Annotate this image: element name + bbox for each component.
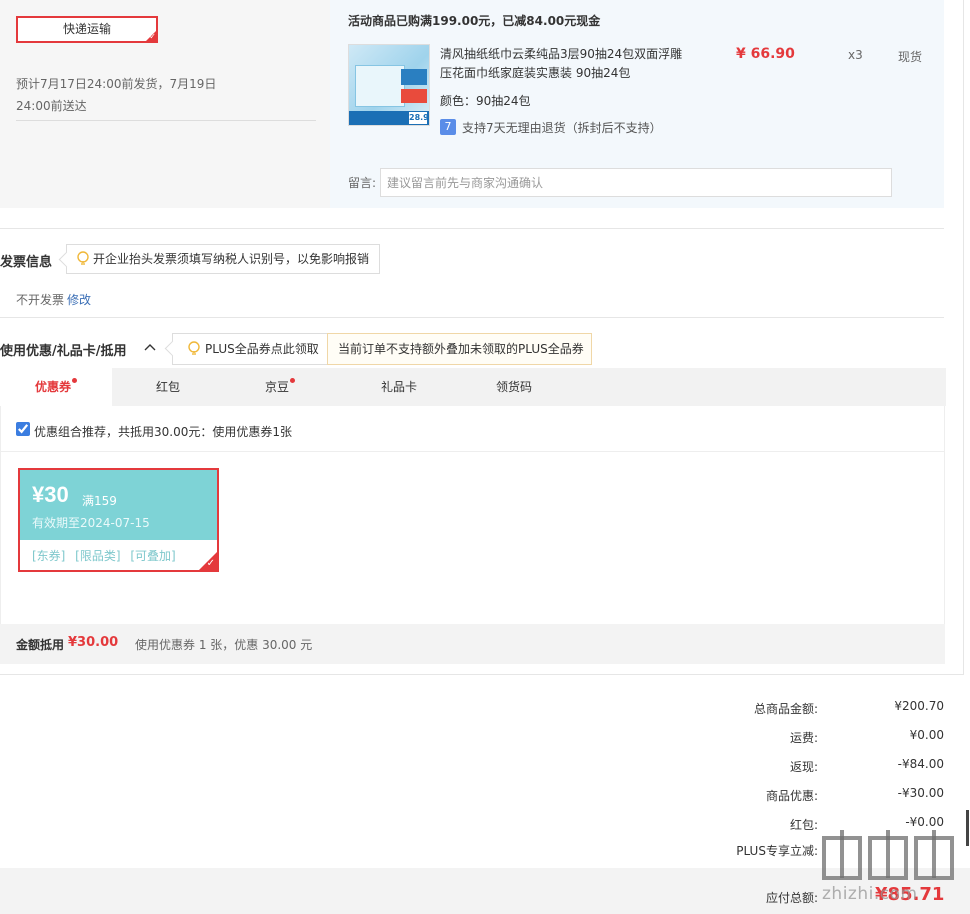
plus-coupon-claim-link[interactable]: PLUS全品券点此领取 [164,333,328,365]
shipping-method-label: 快递运输 [62,22,111,36]
product-quantity: x3 [848,48,863,62]
combo-recommend-text: 优惠组合推荐，共抵用30.00元：使用优惠券1张 [34,425,292,439]
product-price: ¥ 66.90 [736,46,795,62]
divider [0,674,964,675]
tooltip-arrow [164,340,181,357]
invoice-tip: 开企业抬头发票须填写纳税人识别号，以免影响报销 [58,244,380,274]
combo-recommend-checkbox[interactable] [16,422,30,436]
cashback-label: 返现: [789,760,818,774]
coupon-summary-desc: 使用优惠券 1 张，优惠 30.00 元 [135,638,313,652]
coupon-header: ¥30 满159 有效期至2024-07-15 [20,470,217,540]
coupon-summary-label: 金额抵用 [16,638,65,652]
product-discount-label: 商品优惠: [765,789,818,803]
return-policy: 支持7天无理由退货（拆封后不支持） [462,121,662,135]
product-color: 颜色：90抽24包 [440,92,531,109]
seven-day-return-icon: 7 [440,119,456,135]
tab-label: 京豆 [264,380,289,394]
memo-label: 留言: [348,176,377,190]
plus-discount-label: PLUS专享立减: [736,844,818,858]
stock-status: 现货 [898,50,923,64]
lightbulb-icon [188,341,200,355]
product-thumbnail[interactable]: 28.9 [348,44,430,126]
divider [0,317,944,318]
shipping-fee-value: ¥0.00 [909,728,944,742]
product-title-link[interactable]: 清风抽纸纸巾云柔纯品3层90抽24包双面浮雕压花面巾纸家庭装实惠装 90抽24包 [440,45,690,83]
tab-jd-beans[interactable]: 京豆 [224,368,336,406]
tab-coupons[interactable]: 优惠券 [0,368,112,406]
tab-red-packet[interactable]: 红包 [112,368,224,406]
product-discount-value: -¥30.00 [897,786,944,800]
tab-gift-card[interactable]: 礼品卡 [340,368,458,406]
plus-tip-text: PLUS全品券点此领取 [205,342,319,356]
check-icon: ✓ [206,558,215,569]
coupon-summary-amount: ¥30.00 [68,635,119,650]
divider [0,228,944,229]
coupon-condition: 满159 [82,494,117,508]
delivery-estimate: 预计7月17日24:00前发货，7月19日24:00前送达 [16,77,217,113]
invoice-tip-text: 开企业抬头发票须填写纳税人识别号，以免影响报销 [93,252,370,266]
watermark-text: zhizhi.com [822,884,918,904]
shipping-fee-label: 运费: [789,731,818,745]
invoice-title: 发票信息 [0,255,53,270]
tab-label: 优惠券 [34,380,71,394]
payable-label: 应付总额: [765,891,818,905]
scrollbar-thumb[interactable] [966,810,969,846]
total-goods-value: ¥200.70 [894,699,944,713]
check-icon: ✓ [149,32,156,41]
promo-tag-image [401,89,427,103]
color-value: 90抽24包 [476,94,531,108]
promo-tag-image [401,69,427,85]
divider [16,120,316,121]
coupons-title: 使用优惠/礼品卡/抵用 [0,344,127,359]
tab-label: 红包 [155,380,180,394]
tab-label: 礼品卡 [380,380,417,394]
coupon-validity: 有效期至2024-07-15 [32,516,150,530]
thumbnail-price: 28.9 [409,112,429,124]
new-dot-icon [72,378,77,383]
lightbulb-icon [77,251,89,265]
coupon-tags: [东券] [限品类] [可叠加] [32,549,176,563]
tab-label: 领货码 [495,380,532,394]
memo-input[interactable] [380,168,892,197]
tab-redeem-code[interactable]: 领货码 [458,368,570,406]
red-packet-label: 红包: [789,818,818,832]
coupon-card[interactable]: ¥30 满159 有效期至2024-07-15 [东券] [限品类] [可叠加]… [18,468,219,572]
tooltip-arrow [58,251,75,268]
invoice-edit-link[interactable]: 修改 [67,291,91,308]
color-label: 颜色： [440,94,477,108]
invoice-status: 不开发票 [16,293,65,307]
tissue-pack-image [355,65,405,107]
total-goods-label: 总商品金额: [753,702,818,716]
divider [0,451,945,452]
new-dot-icon [290,378,295,383]
coupon-amount: ¥30 [32,482,69,507]
plus-warning: 当前订单不支持额外叠加未领取的PLUS全品券 [327,333,592,365]
cashback-value: -¥84.00 [897,757,944,771]
promo-text: 活动商品已购满199.00元，已减84.00元现金 [348,14,601,28]
divider [963,0,964,674]
chevron-up-icon[interactable] [143,340,157,354]
shipping-method-button[interactable]: 快递运输 ✓ [16,16,158,43]
